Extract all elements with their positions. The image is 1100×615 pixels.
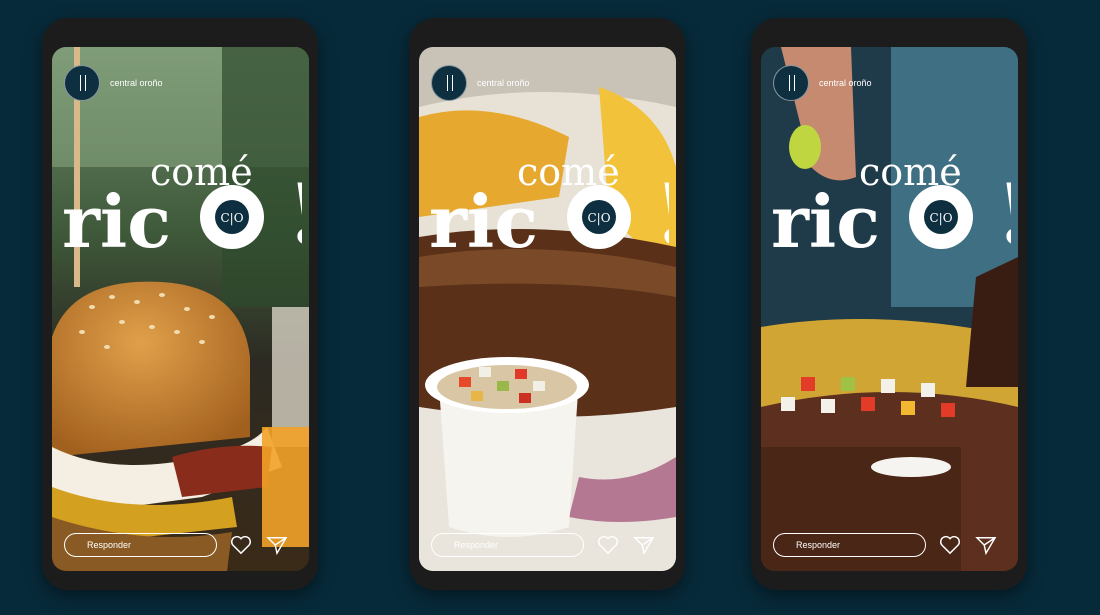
story-header[interactable]: central oroño (773, 65, 872, 101)
come-rico-logo: comé ric C|O ! (429, 150, 669, 263)
reply-input[interactable]: Responder (64, 533, 217, 557)
story-header[interactable]: central oroño (431, 65, 530, 101)
steak-photo (419, 47, 676, 571)
svg-text:!: ! (287, 167, 302, 263)
story-screen-1: central oroño comé ric C|O ! Responder (52, 47, 309, 571)
heart-icon[interactable] (938, 534, 962, 556)
account-username[interactable]: central oroño (477, 78, 530, 88)
reply-input[interactable]: Responder (431, 533, 584, 557)
come-rico-logo: comé ric C|O ! (771, 150, 1011, 263)
account-avatar[interactable] (431, 65, 467, 101)
heart-icon[interactable] (229, 534, 253, 556)
phone-mockup-1: central oroño comé ric C|O ! Responder (42, 18, 318, 590)
svg-text:C|O: C|O (220, 211, 243, 225)
story-footer: Responder (64, 533, 299, 557)
phone-mockup-2: central oroño comé ric C|O ! Responder (409, 18, 685, 590)
account-avatar[interactable] (64, 65, 100, 101)
story-header[interactable]: central oroño (64, 65, 163, 101)
svg-text:ric: ric (429, 179, 538, 263)
svg-text:C|O: C|O (587, 211, 610, 225)
send-icon[interactable] (632, 534, 656, 556)
story-screen-2: central oroño comé ric C|O ! Responder (419, 47, 676, 571)
account-avatar[interactable] (773, 65, 809, 101)
reply-input[interactable]: Responder (773, 533, 926, 557)
burger-photo (52, 47, 309, 571)
account-username[interactable]: central oroño (110, 78, 163, 88)
come-rico-logo: comé ric C|O ! (62, 150, 302, 263)
story-footer: Responder (773, 533, 1008, 557)
story-footer: Responder (431, 533, 666, 557)
svg-text:C|O: C|O (929, 211, 952, 225)
svg-text:!: ! (996, 167, 1011, 263)
send-icon[interactable] (265, 534, 289, 556)
svg-text:ric: ric (771, 179, 880, 263)
account-username[interactable]: central oroño (819, 78, 872, 88)
svg-text:!: ! (654, 167, 669, 263)
phone-mockup-3: central oroño comé ric C|O ! Responder (751, 18, 1027, 590)
svg-text:ric: ric (62, 179, 171, 263)
heart-icon[interactable] (596, 534, 620, 556)
send-icon[interactable] (974, 534, 998, 556)
story-screen-3: central oroño comé ric C|O ! Responder (761, 47, 1018, 571)
meat-skewer-photo (761, 47, 1018, 571)
